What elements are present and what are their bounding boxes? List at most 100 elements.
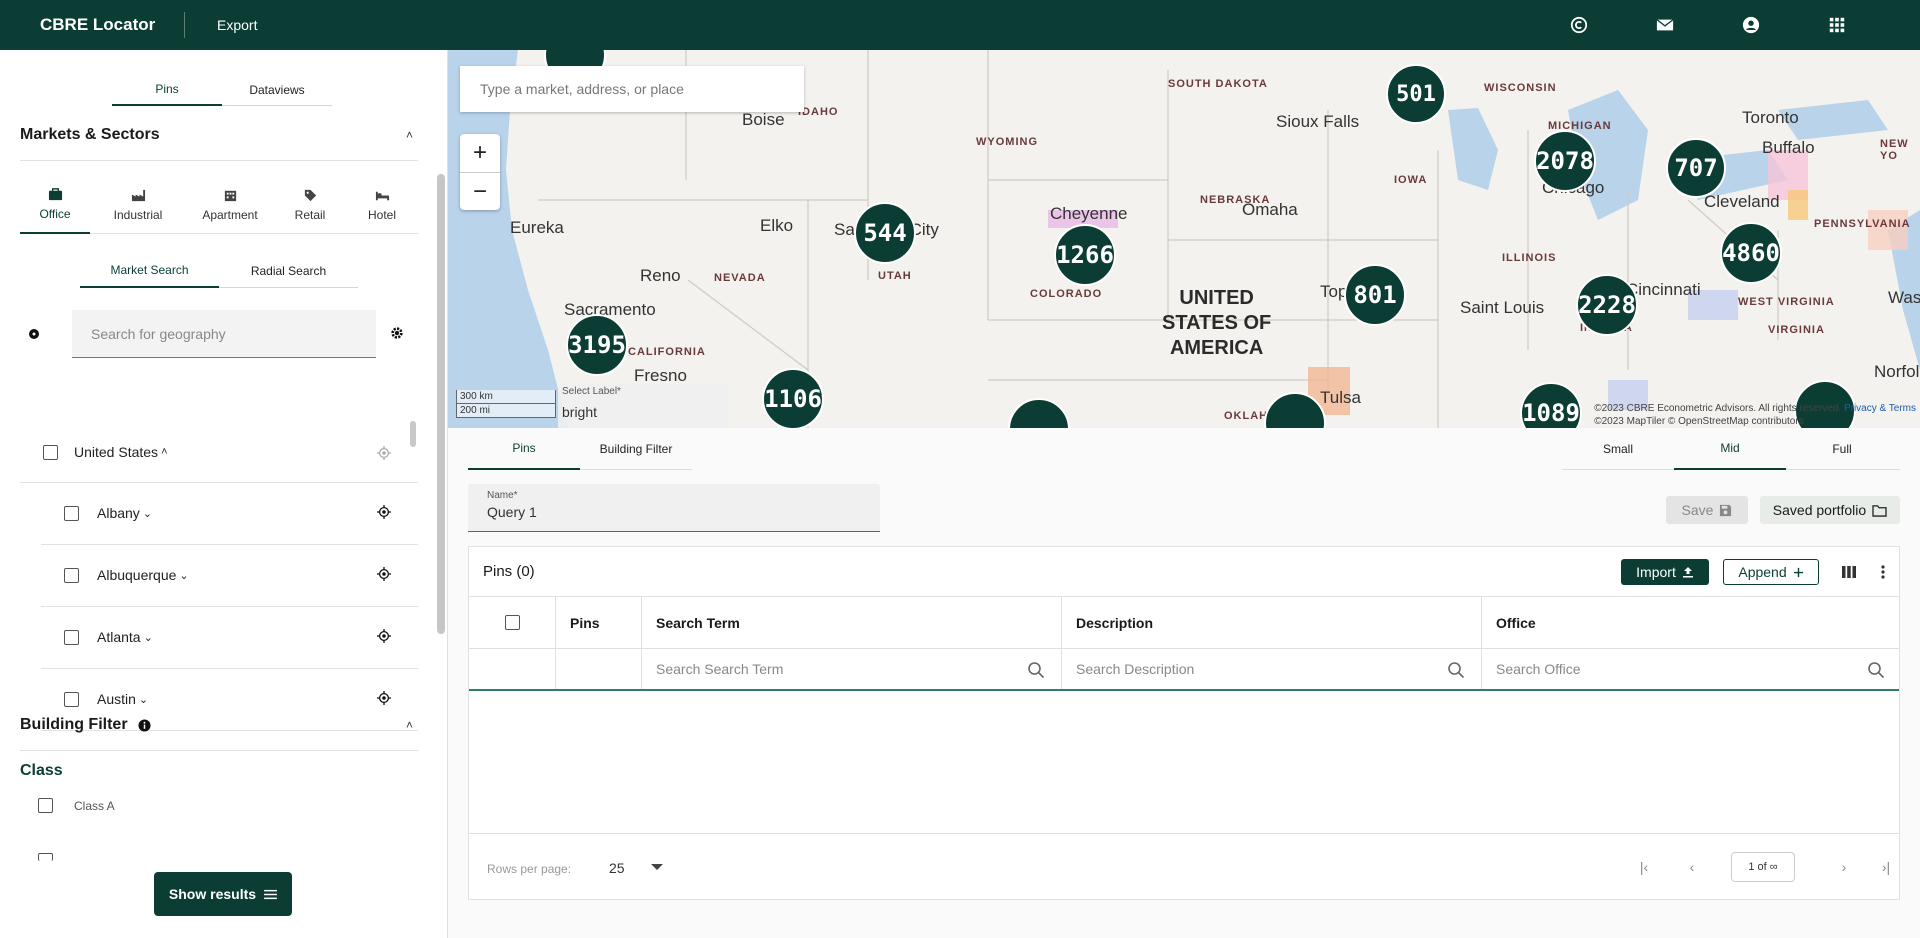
zoom-out-button[interactable]: − [460, 172, 500, 210]
list-item-united-states[interactable]: United States ˄ [43, 444, 168, 460]
import-button[interactable]: Import [1621, 559, 1709, 585]
list-item-albany[interactable]: Albany ⌄ [64, 505, 152, 521]
select-all-checkbox[interactable] [504, 615, 520, 630]
column-header-search-term[interactable]: Search Term [641, 597, 1061, 648]
style-select[interactable]: Select Label* bright [558, 384, 728, 428]
query-name-input[interactable] [487, 504, 867, 520]
markets-collapse-toggle[interactable]: ˄ [406, 128, 413, 142]
previous-page-button[interactable]: ‹ [1681, 856, 1703, 878]
locate-icon[interactable] [377, 629, 391, 643]
map-attribution: ©2023 CBRE Econometric Advisors. All rig… [1594, 402, 1916, 428]
geo-checkbox[interactable] [64, 567, 79, 583]
geo-checkbox[interactable] [64, 691, 79, 707]
sector-office[interactable]: Office [20, 176, 90, 234]
state-label: WISCONSIN [1484, 82, 1557, 94]
geo-checkbox[interactable] [64, 505, 79, 521]
apps-button[interactable] [1794, 0, 1880, 50]
tab-radial-search[interactable]: Radial Search [219, 254, 358, 288]
tab-size-small[interactable]: Small [1562, 428, 1674, 470]
query-name-field[interactable]: Name* [468, 484, 880, 532]
chevron-down-icon[interactable]: ⌄ [139, 693, 148, 706]
tab-size-mid[interactable]: Mid [1674, 428, 1786, 470]
map-search-input[interactable] [460, 66, 804, 112]
saved-portfolio-button[interactable]: Saved portfolio [1760, 496, 1900, 524]
office-filter-input[interactable] [1496, 661, 1836, 677]
map-cluster[interactable]: 4860 [1720, 222, 1782, 284]
map-cluster[interactable]: 707 [1666, 138, 1726, 198]
map-cluster[interactable]: 801 [1344, 264, 1406, 326]
locate-icon[interactable] [377, 567, 391, 581]
sector-retail[interactable]: Retail [274, 176, 346, 234]
zoom-in-button[interactable]: + [460, 134, 500, 172]
rows-per-page-dropdown[interactable] [651, 864, 663, 870]
geo-list-scrollbar[interactable] [410, 421, 416, 447]
chevron-down-icon[interactable]: ⌄ [144, 631, 153, 644]
tab-pins[interactable]: Pins [468, 428, 580, 470]
export-button[interactable]: Export [185, 17, 257, 33]
map-cluster[interactable]: 1266 [1054, 224, 1116, 286]
columns-button[interactable] [1837, 560, 1861, 584]
column-header-pins[interactable]: Pins [555, 597, 641, 648]
target-dot-icon[interactable] [28, 328, 40, 340]
map-cluster[interactable]: 2228 [1576, 274, 1638, 336]
privacy-terms-link[interactable]: Privacy & Terms [1844, 403, 1916, 414]
tab-size-full[interactable]: Full [1786, 428, 1898, 470]
left-panel-scrollbar[interactable] [437, 174, 445, 634]
list-item-austin[interactable]: Austin ⌄ [64, 691, 148, 707]
tab-market-search[interactable]: Market Search [80, 254, 219, 288]
chevron-down-icon[interactable]: ⌄ [179, 569, 188, 582]
geography-search-input[interactable] [72, 310, 376, 358]
map-view[interactable]: SOUTH DAKOTA WISCONSIN MICHIGAN NEW YO I… [448, 50, 1920, 428]
account-button[interactable] [1708, 0, 1794, 50]
class-checkbox[interactable] [38, 853, 53, 861]
gear-icon[interactable] [390, 326, 404, 340]
column-header-office[interactable]: Office [1481, 597, 1901, 648]
column-header-description[interactable]: Description [1061, 597, 1481, 648]
copyright-button[interactable] [1536, 0, 1622, 50]
search-term-filter-input[interactable] [656, 661, 996, 677]
map-cluster[interactable]: 501 [1386, 64, 1446, 124]
locate-icon[interactable] [377, 446, 391, 460]
app-title[interactable]: CBRE Locator [0, 15, 184, 35]
chevron-down-icon[interactable]: ⌄ [143, 507, 152, 520]
city-label: Toronto [1742, 108, 1799, 127]
first-page-button[interactable]: |‹ [1633, 856, 1655, 878]
description-filter-input[interactable] [1076, 661, 1416, 677]
sector-apartment[interactable]: Apartment [186, 176, 274, 234]
append-button[interactable]: Append [1723, 559, 1819, 585]
list-item-atlanta[interactable]: Atlanta ⌄ [64, 629, 153, 645]
info-icon[interactable] [138, 718, 151, 732]
chevron-up-icon[interactable]: ˄ [161, 446, 167, 458]
map-cluster[interactable]: 544 [854, 202, 916, 264]
more-options-button[interactable] [1871, 560, 1895, 584]
sector-hotel[interactable]: Hotel [346, 176, 418, 234]
mail-button[interactable] [1622, 0, 1708, 50]
map-cluster[interactable]: 1106 [762, 368, 824, 428]
tab-building-filter[interactable]: Building Filter [580, 428, 692, 470]
last-page-button[interactable]: ›| [1875, 856, 1897, 878]
tag-icon [304, 189, 316, 202]
map-cluster[interactable]: 2078 [1534, 130, 1596, 192]
locate-icon[interactable] [377, 691, 391, 705]
list-item-albuquerque[interactable]: Albuquerque ⌄ [64, 567, 189, 583]
map-cluster[interactable]: 3195 [566, 314, 628, 376]
class-checkbox[interactable] [38, 798, 53, 813]
geo-checkbox[interactable] [64, 629, 79, 645]
save-button[interactable]: Save [1666, 496, 1748, 524]
scale-km: 300 km [456, 390, 556, 404]
next-page-button[interactable]: › [1833, 856, 1855, 878]
locate-icon[interactable] [377, 505, 391, 519]
tab-dataviews[interactable]: Dataviews [222, 74, 332, 106]
city-label: Fresno [634, 366, 687, 385]
rows-per-page-value[interactable]: 25 [609, 860, 625, 876]
city-label: Elko [760, 216, 794, 235]
left-panel-tabs: Pins Dataviews [112, 74, 332, 106]
sector-industrial[interactable]: Industrial [90, 176, 186, 234]
tab-pins[interactable]: Pins [112, 74, 222, 106]
class-option-partial[interactable] [38, 848, 53, 866]
class-option-a[interactable]: Class A [38, 798, 115, 813]
show-results-button[interactable]: Show results [154, 872, 292, 916]
building-filter-collapse-toggle[interactable]: ˄ [406, 718, 413, 732]
geo-checkbox[interactable] [43, 444, 58, 460]
plus-icon [1793, 567, 1803, 577]
